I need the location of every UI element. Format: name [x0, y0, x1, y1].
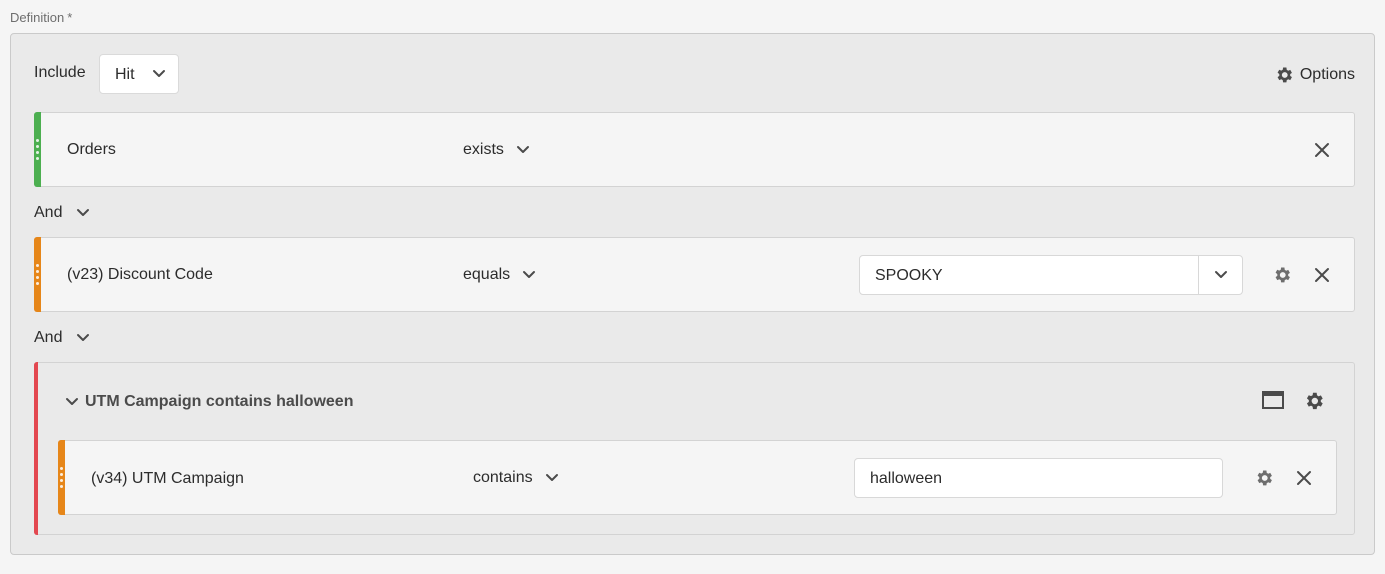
gear-icon: [1277, 67, 1292, 83]
value-combobox[interactable]: SPOOKY: [859, 255, 1243, 295]
required-asterisk: *: [67, 10, 73, 25]
drag-handle-icon[interactable]: [36, 139, 40, 160]
options-button[interactable]: Options: [1274, 65, 1355, 85]
rule-dimension: (v23) Discount Code: [67, 266, 213, 283]
rule-container: UTM Campaign contains halloween (v34) UT…: [34, 362, 1355, 535]
close-icon[interactable]: [1314, 142, 1330, 158]
operator-dropdown[interactable]: equals: [463, 266, 536, 284]
rule-orders: Orders exists: [34, 112, 1355, 187]
operator-label: equals: [463, 266, 511, 283]
gear-icon[interactable]: [1254, 468, 1274, 488]
chevron-down-icon: [153, 70, 165, 77]
rule-discount-code: (v23) Discount Code equals SPOOKY: [34, 237, 1355, 312]
chevron-down-icon: [77, 209, 90, 216]
container-collapse-toggle[interactable]: UTM Campaign contains halloween: [65, 393, 353, 411]
include-label: Include: [34, 64, 86, 81]
value-dropdown-button[interactable]: [1198, 256, 1242, 294]
chevron-down-icon: [66, 398, 78, 405]
gear-icon[interactable]: [1272, 265, 1292, 285]
conjunction-label: And: [34, 204, 63, 221]
chevron-down-icon: [523, 271, 536, 278]
definition-label: Definition *: [10, 10, 73, 25]
container-title: UTM Campaign contains halloween: [85, 393, 354, 410]
operator-label: contains: [473, 469, 533, 486]
definition-panel: Include Hit Options Orders exists And (v…: [10, 33, 1375, 555]
rule-dimension: (v34) UTM Campaign: [91, 470, 244, 487]
container-color-bar: [34, 362, 38, 535]
close-icon[interactable]: [1314, 267, 1330, 283]
close-icon[interactable]: [1296, 470, 1312, 486]
operator-label: exists: [463, 141, 504, 158]
drag-handle-icon[interactable]: [36, 264, 40, 285]
operator-dropdown[interactable]: contains: [473, 469, 559, 487]
chevron-down-icon: [516, 146, 529, 153]
drag-handle-icon[interactable]: [60, 467, 64, 488]
value-input[interactable]: SPOOKY: [875, 267, 943, 285]
options-label: Options: [1299, 66, 1355, 83]
context-picker[interactable]: Hit: [99, 54, 179, 94]
conjunction-label: And: [34, 329, 63, 346]
window-icon[interactable]: [1262, 391, 1284, 409]
rule-utm-campaign: (v34) UTM Campaign contains halloween: [58, 440, 1337, 515]
conjunction-dropdown[interactable]: And: [34, 204, 90, 222]
rule-dimension: Orders: [67, 141, 116, 158]
chevron-down-icon: [77, 334, 90, 341]
conjunction-dropdown[interactable]: And: [34, 329, 90, 347]
operator-dropdown[interactable]: exists: [463, 141, 530, 159]
chevron-down-icon: [545, 474, 558, 481]
value-field[interactable]: halloween: [854, 458, 1223, 498]
chevron-down-icon: [1215, 271, 1227, 278]
gear-icon[interactable]: [1303, 390, 1325, 412]
value-input[interactable]: halloween: [870, 470, 942, 488]
context-value: Hit: [115, 66, 135, 83]
